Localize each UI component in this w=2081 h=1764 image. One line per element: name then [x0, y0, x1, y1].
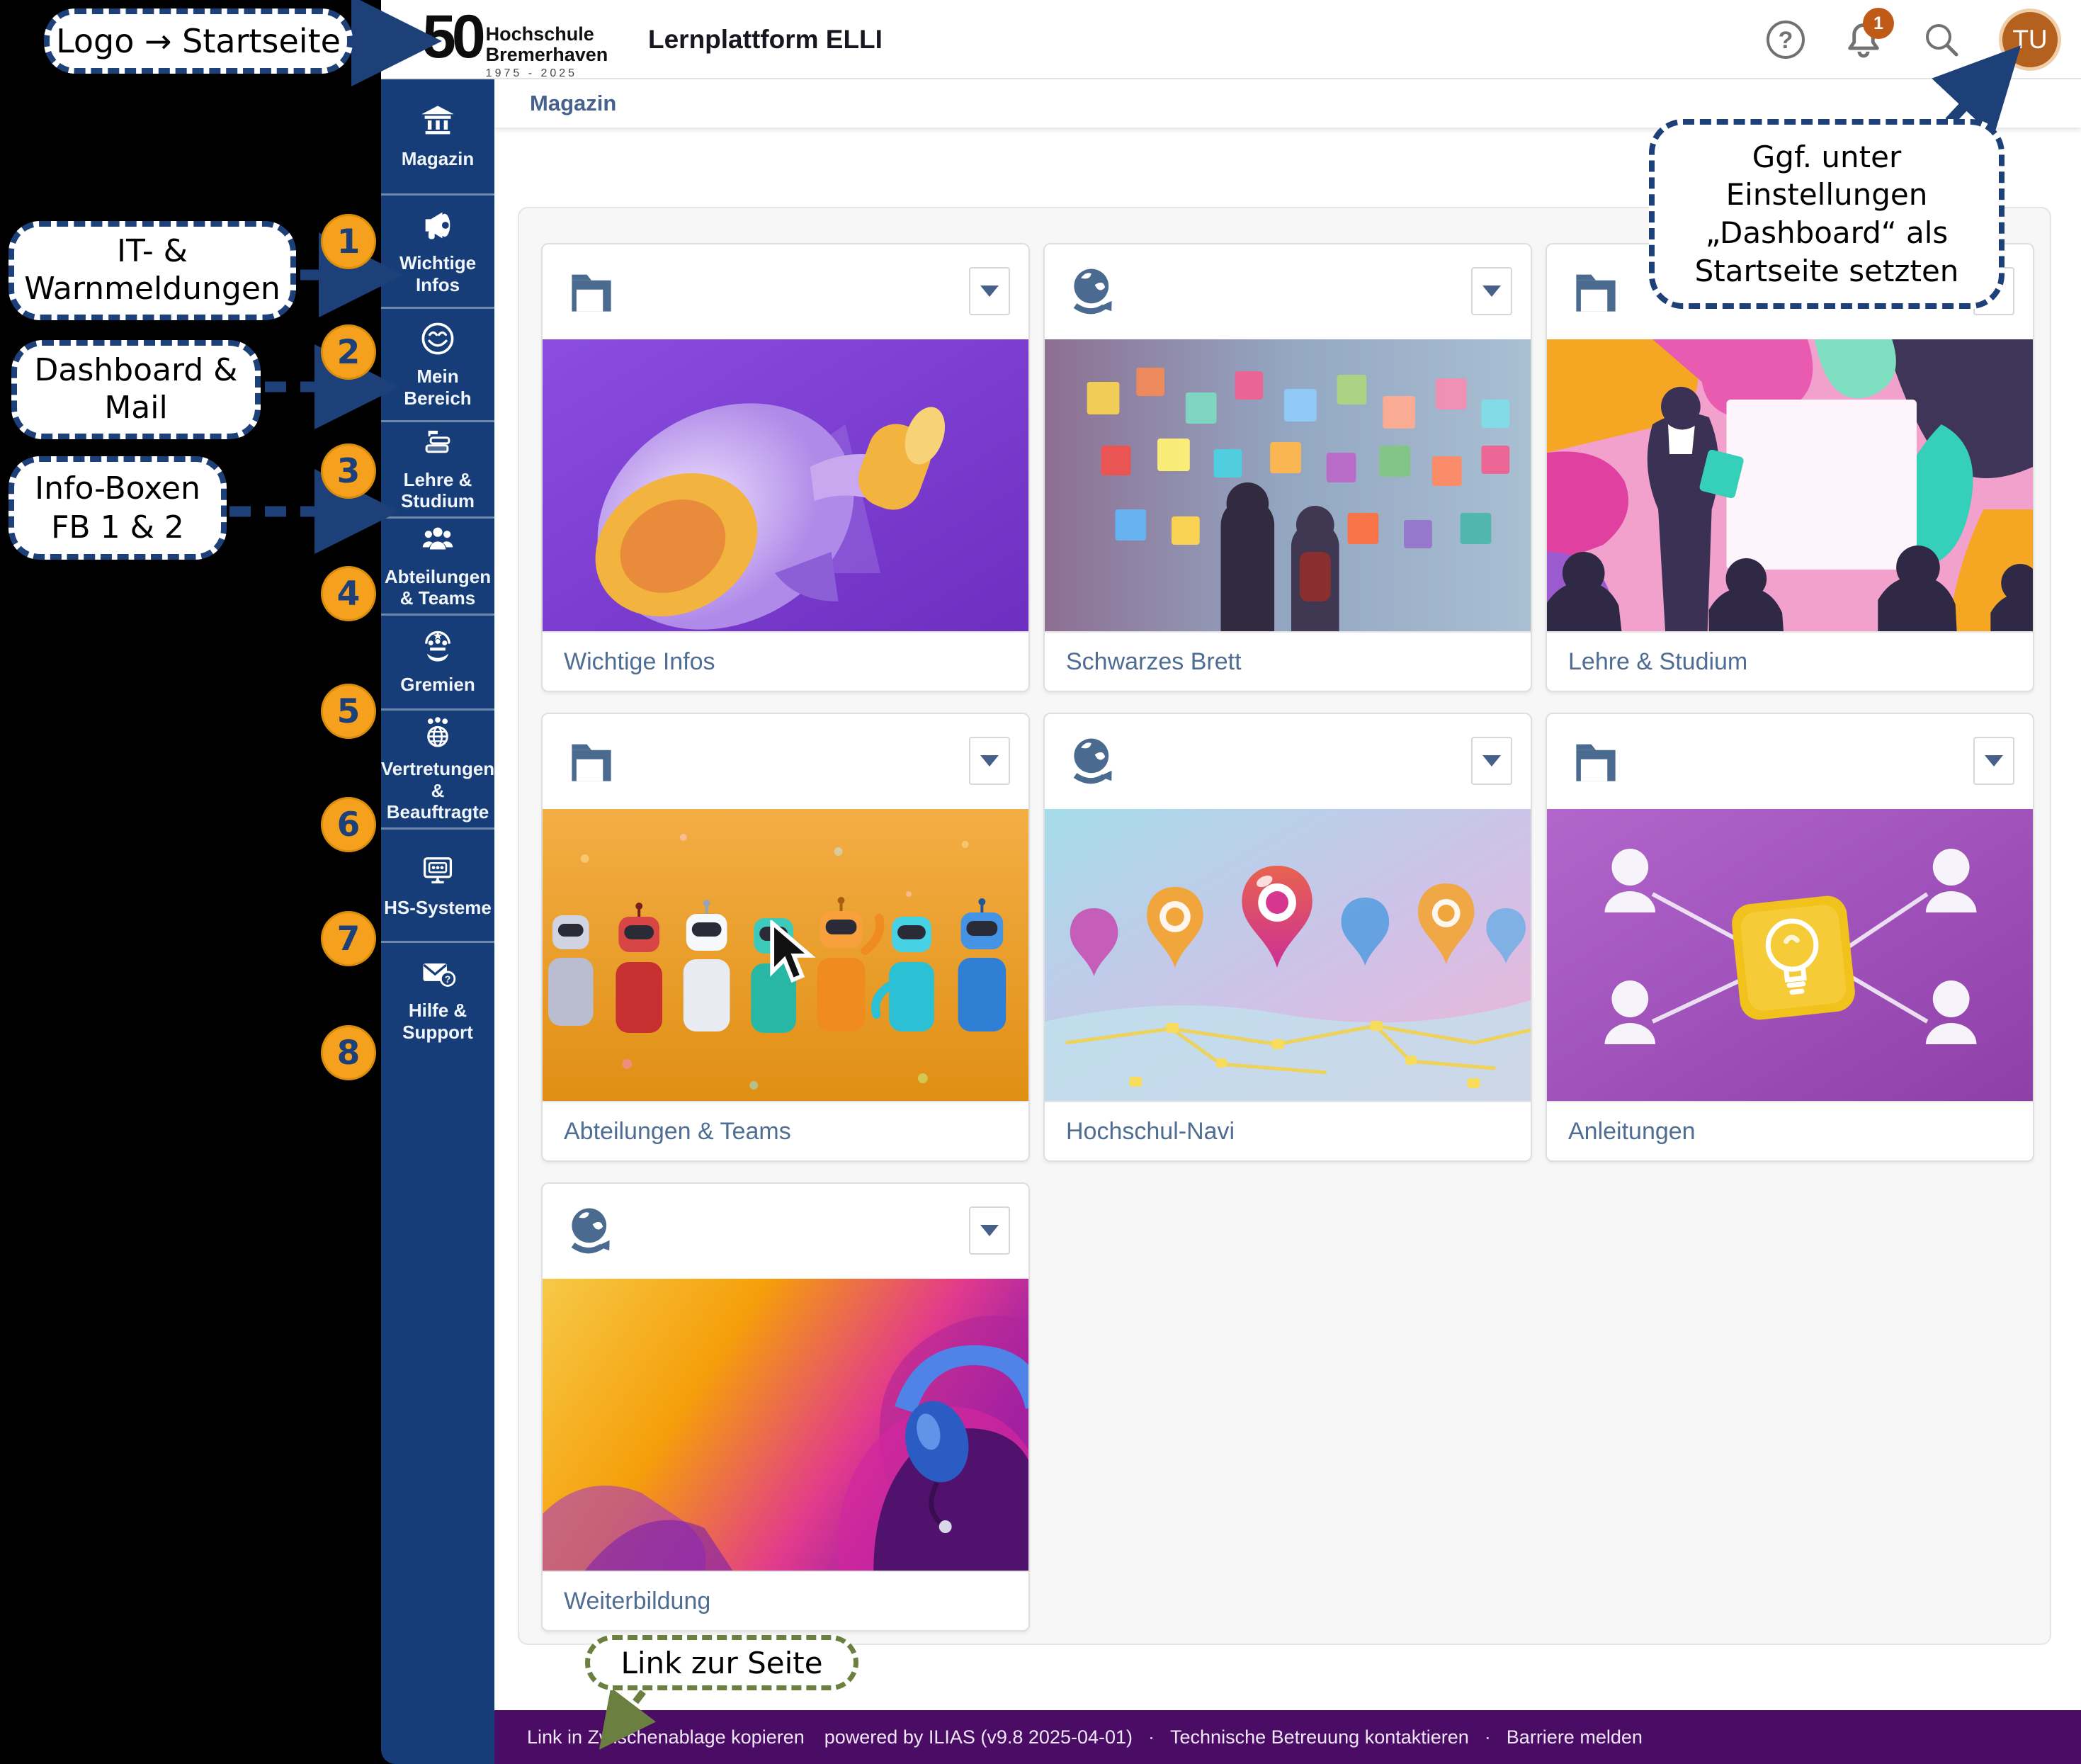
mouse-cursor — [766, 920, 816, 985]
svg-text:?: ? — [445, 973, 451, 985]
annotation-badge-1: 1 — [321, 214, 376, 269]
header-actions: ? 1 TU — [1765, 0, 2061, 79]
magazin-card-grid: Wichtige Infos — [518, 207, 2051, 1645]
annotation-badge-4: 4 — [321, 566, 376, 621]
annotation-badge-3: 3 — [321, 443, 376, 499]
chevron-down-icon — [1482, 755, 1501, 767]
folder-icon — [1568, 263, 1623, 321]
card-abteilungen-teams[interactable]: Abteilungen & Teams — [541, 713, 1030, 1162]
footer-bar: Link in Zwischenablage kopieren powered … — [494, 1710, 2081, 1764]
people-group-icon — [419, 523, 456, 558]
globe-people-icon — [419, 715, 456, 750]
card-wichtige-infos[interactable]: Wichtige Infos — [541, 243, 1030, 692]
weblink-icon — [1066, 733, 1121, 791]
card-title[interactable]: Schwarzes Brett — [1045, 631, 1531, 691]
card-image-idea-cube — [1547, 809, 2033, 1101]
card-title[interactable]: Weiterbildung — [543, 1571, 1028, 1630]
breadcrumb-magazin[interactable]: Magazin — [530, 91, 616, 116]
search-icon[interactable] — [1921, 19, 1962, 60]
card-title[interactable]: Hochschul-Navi — [1045, 1101, 1531, 1160]
card-actions-dropdown[interactable] — [1471, 737, 1512, 785]
sidebar-item-wichtige-infos[interactable]: Wichtige Infos — [381, 193, 494, 307]
callout-dashboard-mail: Dashboard & Mail — [11, 340, 261, 439]
sidebar-item-magazin[interactable]: Magazin — [381, 79, 494, 193]
bank-icon — [419, 103, 456, 140]
committee-icon — [419, 628, 456, 665]
app-header: 50 Hochschule Bremerhaven 1975 - 2025 Le… — [381, 0, 2081, 79]
svg-text:?: ? — [1779, 27, 1793, 54]
sidebar-item-gremien[interactable]: Gremien — [381, 614, 494, 708]
notification-count-badge: 1 — [1863, 8, 1894, 39]
callout-logo-startseite: Logo → Startseite — [44, 9, 353, 74]
help-icon[interactable]: ? — [1765, 19, 1806, 60]
callout-link-zur-seite: Link zur Seite — [585, 1635, 858, 1690]
user-avatar[interactable]: TU — [1999, 9, 2061, 71]
weblink-icon — [564, 1202, 619, 1260]
annotation-badge-2: 2 — [321, 324, 376, 380]
card-actions-dropdown[interactable] — [969, 1206, 1010, 1255]
card-title[interactable]: Wichtige Infos — [543, 631, 1028, 691]
footer-support-link[interactable]: Technische Betreuung kontaktieren — [1170, 1726, 1469, 1748]
footer-separator: · — [1479, 1726, 1497, 1748]
books-icon — [419, 426, 456, 460]
annotation-badge-5: 5 — [321, 684, 376, 739]
notifications-bell-icon[interactable]: 1 — [1843, 19, 1884, 60]
card-actions-dropdown[interactable] — [1471, 267, 1512, 315]
annotation-badge-7: 7 — [321, 911, 376, 966]
chevron-down-icon — [980, 755, 999, 767]
card-actions-dropdown[interactable] — [1973, 737, 2014, 785]
footer-separator: · — [1142, 1726, 1160, 1748]
sidebar-item-abteilungen-teams[interactable]: Abteilungen & Teams — [381, 516, 494, 614]
card-image-map-pins — [1045, 809, 1531, 1101]
card-hochschul-navi[interactable]: Hochschul-Navi — [1043, 713, 1532, 1162]
folder-icon — [564, 733, 619, 791]
logo-50: 50 — [422, 3, 482, 80]
megaphone-icon — [419, 207, 456, 244]
folder-icon — [564, 263, 619, 321]
card-lehre-studium[interactable]: Lehre & Studium — [1546, 243, 2034, 692]
sidebar-item-mein-bereich[interactable]: Mein Bereich — [381, 307, 494, 420]
callout-dashboard-startseite: Ggf. unter Einstellungen „Dashboard“ als… — [1649, 119, 2005, 309]
annotation-badge-6: 6 — [321, 797, 376, 852]
card-image-robots — [543, 809, 1028, 1101]
callout-info-boxen: Info-Boxen FB 1 & 2 — [8, 456, 227, 560]
sidebar-item-hilfe-support[interactable]: ? Hilfe & Support — [381, 941, 494, 1054]
card-title[interactable]: Anleitungen — [1547, 1101, 2033, 1160]
page-title: Lernplattform ELLI — [648, 0, 883, 79]
card-anleitungen[interactable]: Anleitungen — [1546, 713, 2034, 1162]
card-schwarzes-brett[interactable]: Schwarzes Brett — [1043, 243, 1532, 692]
card-actions-dropdown[interactable] — [969, 737, 1010, 785]
chevron-down-icon — [980, 285, 999, 297]
footer-powered-by: powered by ILIAS (v9.8 2025-04-01) — [824, 1726, 1133, 1748]
card-title[interactable]: Lehre & Studium — [1547, 631, 2033, 691]
card-image-lecture — [1547, 339, 2033, 631]
logo-text: Hochschule Bremerhaven 1975 - 2025 — [486, 24, 608, 80]
sidebar-item-vertretungen[interactable]: Vertretungen & Beauftragte — [381, 708, 494, 827]
content-area: Wichtige Infos — [494, 128, 2081, 1710]
card-image-headphones — [543, 1279, 1028, 1571]
card-image-sticky-notes — [1045, 339, 1531, 631]
chevron-down-icon — [980, 1225, 999, 1236]
card-actions-dropdown[interactable] — [969, 267, 1010, 315]
sidebar-item-hs-systeme[interactable]: HS-Systeme — [381, 827, 494, 941]
footer-barrier-link[interactable]: Barriere melden — [1507, 1726, 1643, 1748]
monitor-password-icon — [419, 852, 456, 888]
card-title[interactable]: Abteilungen & Teams — [543, 1101, 1028, 1160]
mail-question-icon: ? — [419, 954, 456, 991]
main-sidebar: Magazin Wichtige Infos Mein Bereich Lehr… — [381, 79, 494, 1764]
folder-icon — [1568, 733, 1623, 791]
footer-copy-link[interactable]: Link in Zwischenablage kopieren — [527, 1726, 805, 1748]
chevron-down-icon — [1482, 285, 1501, 297]
chevron-down-icon — [1985, 755, 2003, 767]
callout-it-warnmeldungen: IT- & Warnmeldungen — [8, 221, 296, 320]
card-image-megaphone — [543, 339, 1028, 631]
smiley-icon — [419, 320, 456, 357]
annotation-badge-8: 8 — [321, 1025, 376, 1080]
sidebar-item-lehre-studium[interactable]: Lehre & Studium — [381, 420, 494, 516]
card-weiterbildung[interactable]: Weiterbildung — [541, 1182, 1030, 1632]
weblink-icon — [1066, 263, 1121, 321]
hochschule-bremerhaven-logo[interactable]: 50 Hochschule Bremerhaven 1975 - 2025 — [422, 3, 608, 80]
